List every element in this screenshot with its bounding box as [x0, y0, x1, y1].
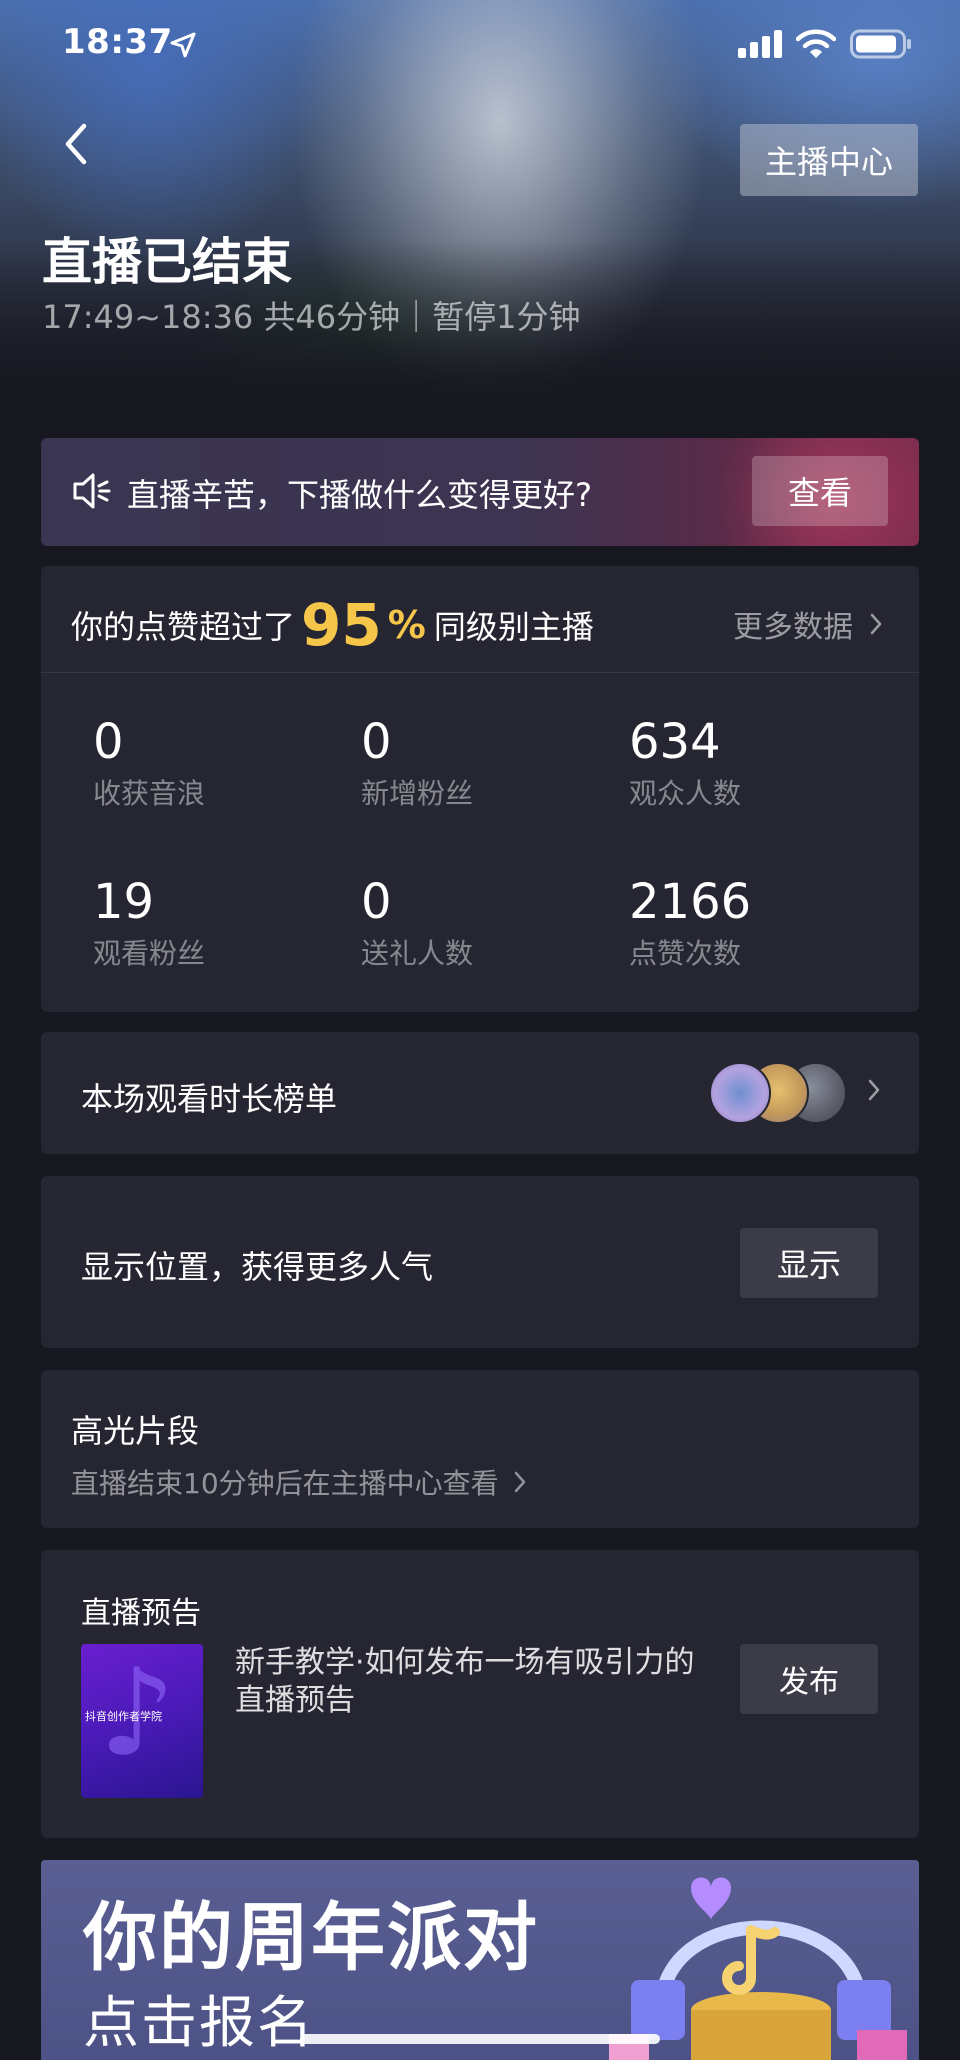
location-arrow-icon	[170, 32, 196, 58]
likes-percent-sign: %	[387, 603, 426, 647]
publish-button[interactable]: 发布	[740, 1644, 878, 1714]
party-title: 你的周年派对	[83, 1895, 539, 1981]
live-preview-card: 直播预告 ♪ 抖音创作者学院 新手教学·如何发布一场有吸引力的直播预告 发布	[41, 1550, 919, 1838]
stat-new-followers: 0 新增粉丝	[361, 714, 611, 812]
stat-label: 送礼人数	[361, 937, 474, 970]
stat-value: 634	[629, 714, 721, 770]
party-cta: 点击报名	[83, 1991, 315, 2056]
tutorial-thumbnail[interactable]: ♪ 抖音创作者学院	[81, 1644, 203, 1798]
back-chevron-icon[interactable]	[56, 118, 100, 170]
stat-label: 点赞次数	[629, 937, 742, 970]
likes-percent-value: 95	[301, 591, 382, 659]
party-gift-illustration	[609, 1877, 907, 2060]
show-location-button[interactable]: 显示	[740, 1228, 878, 1298]
stat-label: 观看粉丝	[93, 937, 206, 970]
stat-value: 19	[93, 874, 155, 930]
stat-label: 新增粉丝	[361, 777, 474, 810]
more-data-link[interactable]: 更多数据	[733, 602, 883, 646]
page-title: 直播已结束	[42, 233, 292, 291]
thumbnail-text: 抖音创作者学院	[85, 1710, 162, 1723]
stats-card: 你的点赞超过了 95 % 同级别主播 更多数据 0 收获音浪 0 新增粉丝 63…	[41, 566, 919, 1012]
chevron-right-icon	[868, 1079, 880, 1101]
anchor-center-button[interactable]: 主播中心	[740, 124, 918, 196]
location-text: 显示位置，获得更多人气	[81, 1248, 434, 1286]
highlight-title: 高光片段	[71, 1412, 200, 1450]
tip-banner: 直播辛苦，下播做什么变得更好? 查看	[41, 438, 919, 546]
wifi-icon	[796, 29, 836, 58]
tutorial-description[interactable]: 新手教学·如何发布一场有吸引力的直播预告	[235, 1644, 695, 1720]
divider	[41, 672, 919, 673]
battery-icon	[850, 29, 911, 59]
stat-label: 观众人数	[629, 777, 742, 810]
stat-value: 2166	[629, 874, 752, 930]
anniversary-party-banner[interactable]: 你的周年派对 点击报名	[41, 1860, 919, 2060]
status-bar: 18:37	[0, 0, 960, 88]
ranking-title: 本场观看时长榜单	[81, 1080, 338, 1118]
home-indicator	[300, 2034, 660, 2044]
avatar	[709, 1062, 771, 1124]
highlight-subtitle-text: 直播结束10分钟后在主播中心查看	[71, 1467, 499, 1500]
cellular-signal-icon	[738, 30, 782, 58]
status-time: 18:37	[62, 22, 173, 62]
chevron-right-icon	[870, 613, 882, 635]
stat-label: 收获音浪	[93, 777, 206, 810]
highlight-subtitle: 直播结束10分钟后在主播中心查看	[71, 1462, 527, 1502]
tip-text: 直播辛苦，下播做什么变得更好?	[127, 476, 592, 514]
stat-value: 0	[93, 714, 124, 770]
speaker-icon	[73, 473, 111, 509]
more-data-label: 更多数据	[733, 610, 853, 645]
likes-ranking-row: 你的点赞超过了 95 % 同级别主播	[71, 590, 594, 660]
location-card: 显示位置，获得更多人气 显示	[41, 1176, 919, 1348]
view-button[interactable]: 查看	[752, 456, 888, 526]
stat-likes: 2166 点赞次数	[629, 874, 879, 972]
stat-sound-waves: 0 收获音浪	[93, 714, 343, 812]
stat-gifters: 0 送礼人数	[361, 874, 611, 972]
stat-value: 0	[361, 714, 392, 770]
likes-prefix: 你的点赞超过了	[71, 608, 296, 646]
chevron-right-icon	[514, 1471, 525, 1493]
highlight-card[interactable]: 高光片段 直播结束10分钟后在主播中心查看	[41, 1370, 919, 1528]
stat-watching-followers: 19 观看粉丝	[93, 874, 343, 972]
ranking-avatars	[709, 1062, 849, 1126]
watch-time-ranking-row[interactable]: 本场观看时长榜单	[41, 1032, 919, 1154]
preview-title: 直播预告	[81, 1596, 201, 1631]
live-duration-subtitle: 17:49~18:36 共46分钟｜暂停1分钟	[42, 298, 581, 336]
stat-value: 0	[361, 874, 392, 930]
likes-suffix: 同级别主播	[433, 608, 594, 646]
stat-viewers: 634 观众人数	[629, 714, 879, 812]
